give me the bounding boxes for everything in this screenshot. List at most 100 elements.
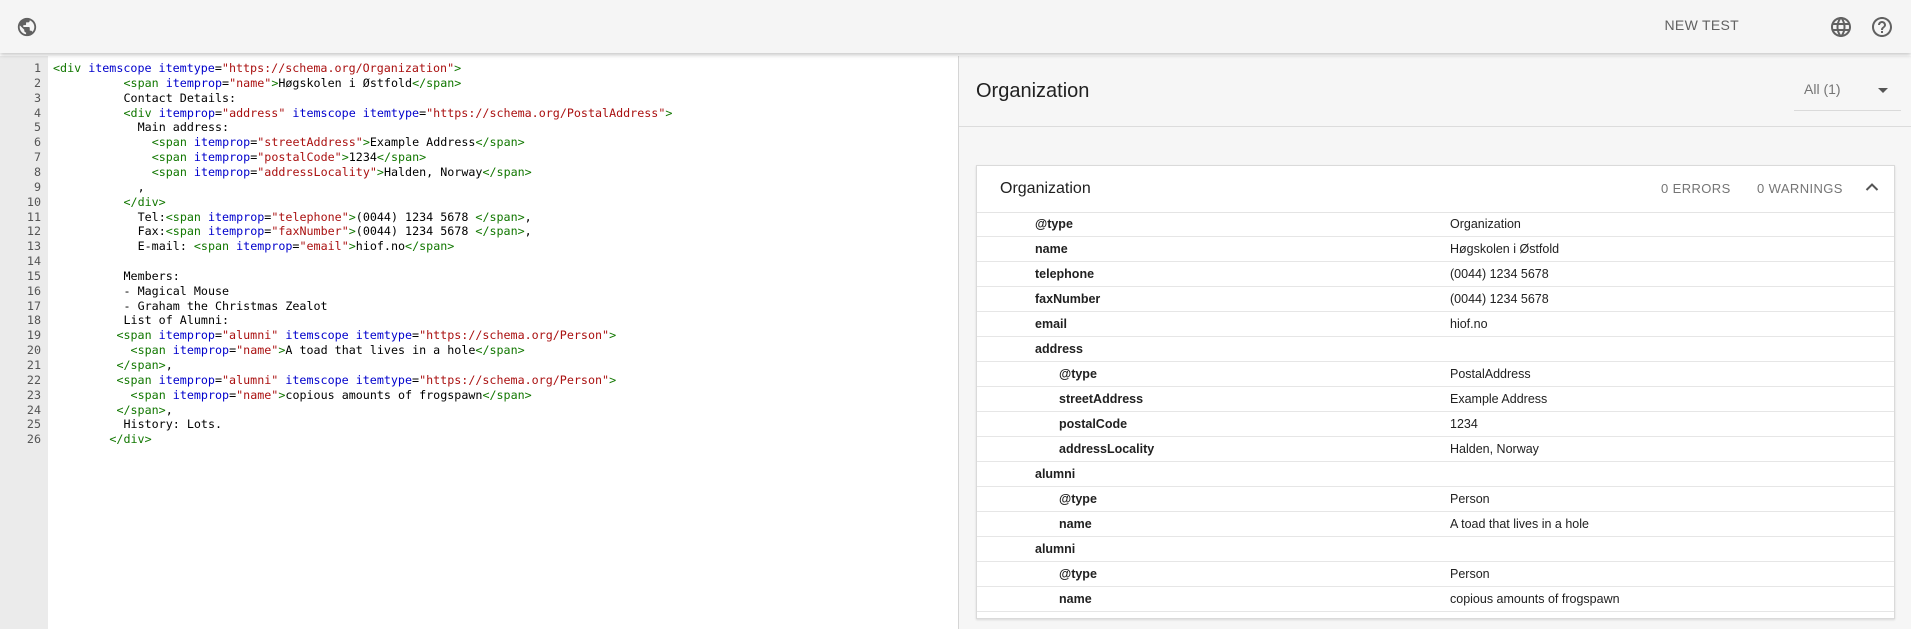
results-header: Organization All (1) xyxy=(959,56,1911,127)
property-value: Person xyxy=(1450,567,1490,581)
code-token: <div xyxy=(53,61,89,75)
item-card-title: Organization xyxy=(1000,180,1091,197)
property-value: PostalAddress xyxy=(1450,367,1531,381)
language-icon[interactable] xyxy=(1829,15,1853,39)
code-token: itemscope itemtype xyxy=(285,105,420,120)
property-name: @type xyxy=(1035,217,1073,231)
property-value: (0044) 1234 5678 xyxy=(1450,267,1549,281)
code-token: itemprop xyxy=(193,164,251,179)
property-row: name copious amounts of frogspawn xyxy=(977,587,1894,612)
property-row: name Høgskolen i Østfold xyxy=(977,237,1894,262)
code-token: > xyxy=(665,105,673,120)
code-token: hiof.no xyxy=(355,239,406,254)
code-token: "name" xyxy=(236,343,279,358)
property-value: (0044) 1234 5678 xyxy=(1450,292,1549,306)
collapse-chevron-icon[interactable] xyxy=(1865,182,1879,192)
code-token: </span> xyxy=(482,387,532,402)
code-token: itemprop xyxy=(172,387,230,402)
property-name: @type xyxy=(1059,492,1097,506)
property-value: Høgskolen i Østfold xyxy=(1450,242,1560,256)
property-name: alumni xyxy=(1035,467,1076,481)
item-card-header[interactable]: Organization 0 ERRORS 0 WARNINGS xyxy=(977,166,1894,213)
property-row: faxNumber (0044) 1234 5678 xyxy=(977,287,1894,312)
property-name: addressLocality xyxy=(1059,442,1155,456)
property-name: @type xyxy=(1059,367,1097,381)
code-token: > xyxy=(609,328,617,343)
code-token: </span> xyxy=(475,343,525,358)
property-value: Halden, Norway xyxy=(1450,442,1539,456)
property-name: email xyxy=(1035,317,1067,331)
top-app-bar: NEW TEST xyxy=(0,0,1911,53)
code-text: <span itemprop="name">copious amounts of… xyxy=(131,386,532,404)
code-token: > xyxy=(348,239,356,254)
code-token: "address" xyxy=(222,105,286,120)
property-name: name xyxy=(1059,592,1092,606)
property-value: Person xyxy=(1450,492,1490,506)
property-row: @type PostalAddress xyxy=(977,362,1894,387)
code-token: </span> xyxy=(405,239,455,254)
property-name: name xyxy=(1035,242,1068,256)
code-text: </div> xyxy=(109,430,151,448)
code-text: E-mail: <span itemprop="email">hiof.no</… xyxy=(138,237,455,255)
property-name: telephone xyxy=(1035,267,1095,281)
new-test-button[interactable]: NEW TEST xyxy=(1665,17,1739,33)
code-token: itemprop xyxy=(172,343,230,358)
code-token: <span xyxy=(151,164,194,179)
results-filter-dropdown[interactable]: All (1) xyxy=(1794,66,1901,111)
code-token: "https://schema.org/PostalAddress" xyxy=(426,105,666,120)
property-row: telephone (0044) 1234 5678 xyxy=(977,262,1894,287)
code-token: copious amounts of frogspawn xyxy=(285,387,483,402)
code-token: <span xyxy=(193,239,237,254)
error-count: 0 ERRORS xyxy=(1661,181,1731,196)
property-value: copious amounts of frogspawn xyxy=(1450,592,1620,606)
code-token: A toad that lives in a hole xyxy=(285,343,476,358)
code-token: "email" xyxy=(299,239,349,254)
property-name: @type xyxy=(1059,567,1097,581)
property-name: address xyxy=(1035,342,1083,356)
code-token: Høgskolen i Østfold xyxy=(278,75,413,90)
property-row: email hiof.no xyxy=(977,312,1894,337)
code-token: </span> xyxy=(482,164,532,179)
property-name: postalCode xyxy=(1059,417,1128,431)
results-panel: Organization All (1) Organization 0 ERRO… xyxy=(959,56,1911,629)
code-token: "addressLocality" xyxy=(257,164,377,179)
code-token: E-mail: xyxy=(137,239,194,254)
line-number: 26 xyxy=(26,432,41,447)
property-row: address xyxy=(977,337,1894,362)
code-token: "name" xyxy=(236,387,279,402)
code-token: </span> xyxy=(475,135,525,150)
code-editor[interactable]: 1 <div itemscope itemtype="https://schema… xyxy=(0,56,958,629)
property-name: alumni xyxy=(1035,542,1076,556)
code-token: </span> xyxy=(475,224,525,239)
code-text: <span itemprop="name">A toad that lives … xyxy=(131,341,525,359)
help-icon[interactable] xyxy=(1870,15,1894,39)
property-row: alumni xyxy=(977,462,1894,487)
property-value: hiof.no xyxy=(1450,317,1488,331)
property-row: alumni xyxy=(977,537,1894,562)
code-token: </div> xyxy=(109,432,152,447)
globe-logo-icon[interactable] xyxy=(16,16,38,38)
code-token: </span> xyxy=(412,75,462,90)
property-row: @type Person xyxy=(977,487,1894,512)
property-name: name xyxy=(1059,517,1092,531)
property-value: 1234 xyxy=(1450,417,1478,431)
warning-count: 0 WARNINGS xyxy=(1757,181,1843,196)
property-value: Organization xyxy=(1450,217,1521,231)
property-row: @type Person xyxy=(977,562,1894,587)
property-value: A toad that lives in a hole xyxy=(1450,517,1589,531)
property-row: @type Organization xyxy=(977,212,1894,237)
property-row: streetAddress Example Address xyxy=(977,387,1894,412)
code-token: Halden, Norway xyxy=(383,164,483,179)
property-row: addressLocality Halden, Norway xyxy=(977,437,1894,462)
code-token: > xyxy=(376,164,384,179)
code-token: , xyxy=(524,224,532,239)
filter-selected-value: All (1) xyxy=(1804,81,1841,97)
item-card: Organization 0 ERRORS 0 WARNINGS @type Or… xyxy=(976,165,1895,619)
results-title: Organization xyxy=(976,80,1090,102)
code-text: <span itemprop="addressLocality">Halden,… xyxy=(152,163,532,181)
property-row: postalCode 1234 xyxy=(977,412,1894,437)
code-token: > xyxy=(609,372,617,387)
property-name: faxNumber xyxy=(1035,292,1101,306)
property-value: Example Address xyxy=(1450,392,1548,406)
dropdown-caret-icon xyxy=(1878,88,1888,93)
